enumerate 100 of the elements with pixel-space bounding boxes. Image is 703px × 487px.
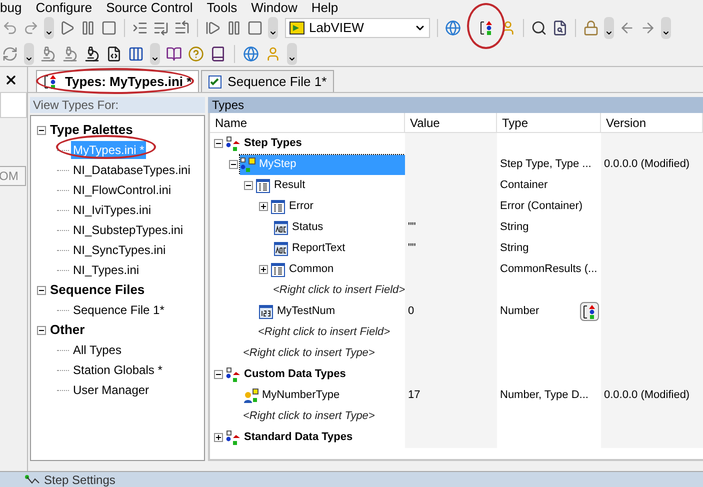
tree-item[interactable]: NI_IviTypes.ini [71, 201, 154, 219]
tree-item[interactable]: NI_DatabaseTypes.ini [71, 161, 192, 179]
close-icon[interactable] [4, 73, 18, 87]
toolbar-overflow-button[interactable] [268, 17, 278, 39]
step-type-icon [240, 156, 256, 172]
tree-item[interactable]: <Right click to insert Type> [243, 406, 379, 426]
tree-item[interactable]: Common [270, 260, 338, 280]
expand-toggle[interactable] [214, 433, 223, 442]
toolbar-overflow-button[interactable] [24, 42, 34, 64]
toolbar-overflow-button[interactable] [604, 17, 614, 39]
collapse-toggle[interactable] [37, 326, 46, 334]
menu-item[interactable]: Source Control [106, 1, 193, 14]
stop-icon[interactable] [247, 20, 263, 36]
refresh-icon[interactable] [2, 46, 18, 62]
toolbar-overflow-button[interactable] [287, 42, 297, 64]
type-text: String [500, 220, 529, 236]
tree-item[interactable]: Standard Data Types [225, 428, 357, 448]
number-icon [258, 304, 274, 320]
globe-icon[interactable] [243, 46, 259, 62]
tree-item[interactable]: Other [48, 320, 87, 340]
tree-item[interactable]: <Right click to insert Field> [258, 322, 394, 342]
expand-toggle[interactable] [259, 265, 268, 274]
step-settings-icon [24, 474, 40, 486]
file-search-icon[interactable] [552, 20, 568, 36]
adapter-dropdown[interactable]: LabVIEW [285, 18, 430, 38]
tree-item[interactable]: MyNumberType [243, 386, 344, 406]
caret-icon [25, 54, 33, 62]
tree-item[interactable]: NI_SyncTypes.ini [71, 241, 168, 259]
tree-item[interactable]: <Right click to insert Field> [273, 280, 405, 300]
table-cell: 0.0.0.0 (Modified) [601, 154, 703, 175]
collapse-toggle[interactable] [37, 286, 46, 294]
tree-item[interactable]: MyTestNum [258, 302, 340, 322]
microscope-icon[interactable] [84, 46, 100, 62]
menu-item[interactable]: Help [311, 1, 338, 14]
pause-icon[interactable] [80, 20, 96, 36]
column-header[interactable]: Value [405, 113, 497, 132]
collapse-toggle[interactable] [214, 139, 223, 148]
tree-item[interactable]: Custom Data Types [225, 364, 350, 384]
search-icon[interactable] [531, 20, 547, 36]
collapse-toggle[interactable] [244, 181, 253, 190]
lock-icon[interactable] [583, 20, 599, 36]
person-type-icon [243, 388, 259, 404]
pane-header: View Types For: [30, 97, 205, 113]
container-icon [270, 262, 286, 278]
table-cell: "" [405, 217, 497, 238]
caret-icon [269, 29, 277, 37]
collapse-toggle[interactable] [37, 126, 46, 134]
caret-icon [45, 29, 53, 37]
tree-item[interactable]: NI_SubstepTypes.ini [71, 221, 186, 239]
adapter-value: LabVIEW [309, 19, 365, 38]
play-icon[interactable] [59, 20, 75, 36]
pause-icon[interactable] [226, 20, 242, 36]
list-end-icon[interactable] [153, 20, 169, 36]
tree-item[interactable]: Status [273, 218, 328, 238]
globe-icon[interactable] [445, 20, 461, 36]
menu-item[interactable]: bug [0, 1, 22, 14]
panel-background [0, 92, 27, 118]
labview-icon [289, 21, 305, 35]
help-icon[interactable] [188, 46, 204, 62]
menu-item[interactable]: Window [251, 1, 298, 14]
column-header[interactable]: Version [601, 113, 703, 132]
toolbar-overflow-button[interactable] [150, 42, 160, 64]
tree-item[interactable]: <Right click to insert Type> [243, 344, 379, 364]
type-text: Number [500, 304, 540, 320]
column-header[interactable]: Type [497, 113, 601, 132]
tree-item[interactable]: NI_Types.ini [71, 261, 142, 279]
pane-header: Types [208, 97, 703, 113]
list-start-icon[interactable] [174, 20, 190, 36]
tree-item[interactable]: All Types [71, 341, 124, 359]
type-button[interactable] [580, 302, 599, 321]
stop-icon[interactable] [101, 20, 117, 36]
menu-item[interactable]: Configure [36, 1, 92, 14]
table-cell: 0 [405, 301, 497, 322]
tree-item[interactable]: Result [255, 176, 310, 196]
expand-toggle[interactable] [259, 202, 268, 211]
caret-icon [605, 29, 613, 37]
collapse-toggle[interactable] [229, 160, 238, 169]
collapse-toggle[interactable] [214, 370, 223, 379]
tree-item[interactable]: NI_FlowControl.ini [71, 181, 174, 199]
step-types-icon [225, 366, 241, 382]
tree-item[interactable]: Station Globals * [71, 361, 164, 379]
list-indent-icon[interactable] [132, 20, 148, 36]
tree-item[interactable]: Sequence File 1* [71, 301, 166, 319]
hierarchy-icon[interactable] [479, 20, 495, 36]
document-tab[interactable]: Sequence File 1* [200, 70, 334, 92]
menu-item[interactable]: Tools [206, 1, 238, 14]
tree-item[interactable]: ReportText [273, 238, 350, 258]
tree-item[interactable]: User Manager [71, 381, 152, 399]
tree-item[interactable]: Sequence Files [48, 280, 147, 300]
file-code-icon[interactable] [106, 46, 122, 62]
column-header[interactable]: Name [210, 113, 405, 132]
book-icon[interactable] [210, 46, 226, 62]
columns-icon[interactable] [128, 46, 144, 62]
tree-item[interactable]: Type Palettes [48, 120, 135, 140]
step-forward-icon[interactable] [205, 20, 221, 36]
book-icon[interactable] [166, 46, 182, 62]
tree-item[interactable]: Error [270, 196, 318, 216]
toolbar-overflow-button[interactable] [44, 17, 54, 39]
tree-item[interactable]: Step Types [225, 134, 306, 154]
toolbar-overflow-button[interactable] [661, 17, 671, 39]
